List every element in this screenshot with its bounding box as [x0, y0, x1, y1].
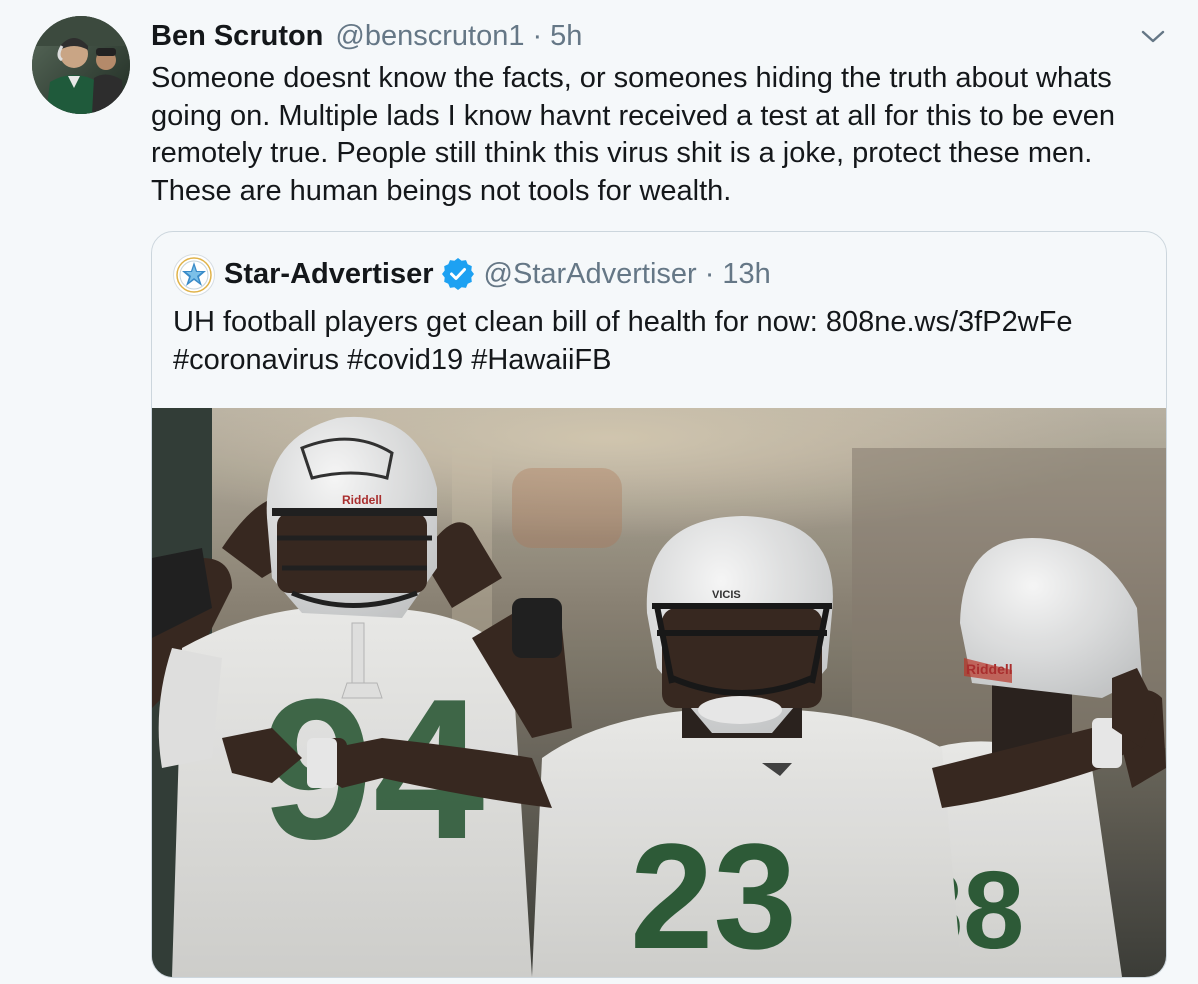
header-separator: · — [532, 19, 543, 52]
author-avatar[interactable] — [32, 16, 130, 114]
avatar-photo — [32, 16, 130, 114]
quoted-tweet-timestamp[interactable]: 13h — [722, 258, 770, 291]
author-name[interactable]: Ben Scruton — [151, 20, 323, 53]
tweet[interactable]: Ben Scruton @benscruton1 · 5h Someone do… — [0, 0, 1198, 984]
quoted-hashtags[interactable]: #coronavirus #covid19 #HawaiiFB — [173, 342, 1153, 380]
quoted-author-name[interactable]: Star-Advertiser — [224, 258, 434, 291]
quoted-tweet-text: UH football players get clean bill of he… — [173, 304, 1153, 379]
star-logo-icon — [176, 257, 212, 293]
quoted-tweet-header: Star-Advertiser @StarAdvertiser · 13h — [224, 252, 771, 296]
chevron-down-icon[interactable] — [1138, 22, 1168, 52]
football-players-photo: Riddell 88 Riddell VICIS 23 — [152, 408, 1166, 977]
quoted-author-handle[interactable]: @StarAdvertiser — [484, 258, 697, 291]
quoted-text-line: UH football players get clean bill of he… — [173, 306, 1073, 338]
quoted-tweet[interactable]: Star-Advertiser @StarAdvertiser · 13h UH… — [151, 231, 1167, 978]
tweet-timestamp[interactable]: 5h — [550, 20, 582, 53]
author-handle[interactable]: @benscruton1 — [335, 20, 524, 53]
tweet-text: Someone doesnt know the facts, or someon… — [151, 62, 1115, 207]
quoted-header-separator: · — [704, 257, 715, 290]
tweet-header: Ben Scruton @benscruton1 · 5h — [151, 16, 582, 56]
quoted-tweet-photo[interactable]: Riddell 88 Riddell VICIS 23 — [152, 408, 1166, 977]
verified-badge-icon — [441, 258, 474, 290]
quoted-author-avatar[interactable] — [173, 254, 215, 296]
